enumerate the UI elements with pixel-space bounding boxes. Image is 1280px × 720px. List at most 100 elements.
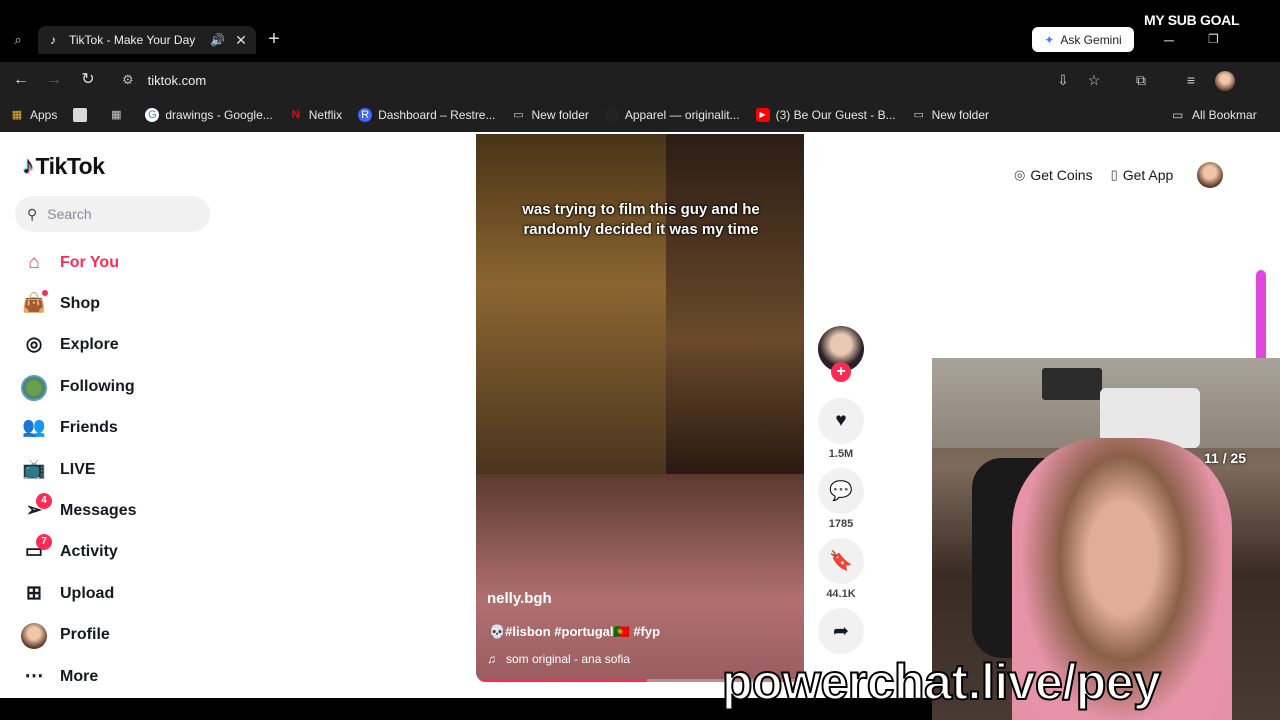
search-input[interactable]: ⚲ Search bbox=[15, 196, 210, 232]
bookmark-new-folder-2[interactable]: ▭ New folder bbox=[912, 108, 989, 122]
forward-arrow-icon[interactable]: → bbox=[44, 70, 64, 90]
following-avatar bbox=[21, 374, 47, 401]
all-bookmarks[interactable]: ▭ All Bookmar bbox=[1172, 98, 1257, 132]
media-controls-icon[interactable]: ≡ bbox=[1181, 70, 1201, 90]
restore-window-icon[interactable]: ❐ bbox=[1208, 32, 1219, 46]
sidebar-item-activity[interactable]: ▭ 7 Activity bbox=[18, 532, 258, 573]
more-dots-icon: ⋯ bbox=[24, 665, 44, 687]
bookmark-grid[interactable]: ▦ bbox=[109, 108, 129, 122]
profile-avatar bbox=[21, 623, 47, 650]
like-action[interactable]: ♥ 1.5M bbox=[818, 398, 864, 460]
save-action[interactable]: 🔖 44.1K bbox=[818, 538, 864, 600]
comment-count: 1785 bbox=[828, 518, 854, 530]
restream-icon: R bbox=[358, 108, 373, 122]
sub-goal-overlay: MY SUB GOAL bbox=[1144, 12, 1240, 28]
video-music[interactable]: ♫ som original - ana sofia bbox=[487, 652, 630, 666]
plus-square-icon: ⊞ bbox=[26, 582, 42, 604]
close-tab-icon[interactable]: ✕ bbox=[234, 32, 248, 49]
bookmark-star-icon[interactable]: ☆ bbox=[1084, 70, 1104, 90]
bookmark-label: New folder bbox=[931, 108, 989, 122]
sidebar-item-label: Messages bbox=[60, 502, 137, 520]
bookmark-netflix[interactable]: N Netflix bbox=[289, 108, 342, 122]
sidebar-item-profile[interactable]: Profile bbox=[18, 615, 258, 656]
get-coins-button[interactable]: ◎ Get Coins bbox=[1014, 167, 1093, 183]
sidebar-item-shop[interactable]: 👜 Shop bbox=[18, 283, 258, 324]
bookmark-label: New folder bbox=[531, 108, 589, 122]
sidebar-item-messages[interactable]: ➢ 4 Messages bbox=[18, 490, 258, 531]
share-arrow-icon[interactable]: ➦ bbox=[818, 608, 864, 654]
comment-action[interactable]: 💬 1785 bbox=[818, 468, 864, 530]
bookmark-be-our-guest[interactable]: ▶ (3) Be Our Guest - B... bbox=[755, 108, 896, 122]
sidebar-item-explore[interactable]: ◎ Explore bbox=[18, 325, 258, 366]
creator-avatar[interactable]: + bbox=[818, 326, 864, 382]
bookmark-drawings[interactable]: G drawings - Google... bbox=[145, 108, 273, 122]
back-arrow-icon[interactable]: ← bbox=[11, 70, 31, 90]
video-scene-building bbox=[476, 134, 666, 514]
bookmark-apparel[interactable]: Apparel — originalit... bbox=[604, 108, 740, 122]
sidebar-item-more[interactable]: ⋯ More bbox=[18, 656, 258, 697]
activity-badge: 7 bbox=[36, 534, 52, 551]
send-icon: ➢ 4 bbox=[18, 493, 52, 523]
video-scene-street bbox=[476, 474, 804, 682]
live-tv-icon: 📺 bbox=[22, 458, 46, 480]
site-info-icon[interactable]: ⚙ bbox=[122, 72, 134, 88]
folder-icon: ▭ bbox=[913, 109, 924, 121]
sidebar-item-following[interactable]: Following bbox=[18, 366, 258, 407]
video-actions: + ♥ 1.5M 💬 1785 🔖 44.1K ➦ bbox=[818, 326, 864, 654]
bookmark-label: (3) Be Our Guest - B... bbox=[775, 108, 896, 122]
browser-tab[interactable]: ♪ TikTok - Make Your Day 🔊 ✕ bbox=[38, 26, 256, 54]
sidebar-item-label: Activity bbox=[60, 543, 118, 561]
heart-icon[interactable]: ♥ bbox=[818, 398, 864, 444]
minimize-window-icon[interactable]: ─ bbox=[1164, 32, 1174, 48]
search-icon: ⚲ bbox=[27, 205, 38, 222]
phone-icon: ▯ bbox=[1110, 167, 1118, 182]
follow-plus-icon[interactable]: + bbox=[831, 362, 851, 382]
share-action[interactable]: ➦ bbox=[818, 608, 864, 654]
comment-icon[interactable]: 💬 bbox=[818, 468, 864, 514]
sidebar-item-label: Shop bbox=[60, 295, 100, 313]
sidebar-item-upload[interactable]: ⊞ Upload bbox=[18, 573, 258, 614]
sidebar-item-for-you[interactable]: ⌂ For You bbox=[18, 242, 258, 283]
new-tab-button[interactable]: + bbox=[264, 29, 284, 50]
logo-text: TikTok bbox=[35, 152, 106, 179]
bookmark-label: drawings - Google... bbox=[165, 108, 273, 122]
sidebar-item-label: Upload bbox=[60, 584, 115, 602]
header-profile-avatar[interactable] bbox=[1197, 162, 1224, 188]
header-actions: ◎ Get Coins ▯ Get App bbox=[1014, 162, 1224, 188]
bookmark-icon[interactable]: 🔖 bbox=[818, 538, 864, 584]
speaker-icon[interactable]: 🔊 bbox=[210, 33, 226, 47]
music-title: som original - ana sofia bbox=[506, 652, 631, 666]
tiktok-note-icon: ♪ bbox=[22, 152, 34, 179]
sidebar-item-live[interactable]: 📺 LIVE bbox=[18, 449, 258, 490]
get-coins-label: Get Coins bbox=[1030, 167, 1093, 183]
video-caption: was trying to film this guy and he rando… bbox=[522, 201, 760, 238]
bookmark-dashboard[interactable]: R Dashboard – Restre... bbox=[358, 108, 496, 122]
search-placeholder: Search bbox=[47, 206, 92, 222]
install-app-icon[interactable]: ⇩ bbox=[1053, 70, 1073, 90]
address-bar[interactable]: ⚙ tiktok.com bbox=[112, 66, 1112, 94]
netflix-icon: N bbox=[291, 109, 300, 121]
all-bookmarks-label: All Bookmar bbox=[1192, 108, 1257, 122]
reload-icon[interactable]: ↻ bbox=[78, 70, 98, 90]
bookmark-apps[interactable]: ▦ Apps bbox=[10, 108, 58, 122]
ask-gemini-button[interactable]: ✦ Ask Gemini bbox=[1032, 27, 1134, 52]
bookmark-new-folder[interactable]: ▭ New folder bbox=[512, 108, 589, 122]
video-author[interactable]: nelly.bgh bbox=[487, 590, 552, 607]
tab-search-icon[interactable]: ⌕ bbox=[8, 30, 28, 50]
site-icon bbox=[604, 108, 619, 122]
bookmark-blank[interactable] bbox=[73, 108, 93, 122]
get-app-button[interactable]: ▯ Get App bbox=[1111, 167, 1174, 183]
gemini-sparkle-icon: ✦ bbox=[1044, 32, 1055, 47]
coin-icon: ◎ bbox=[1014, 167, 1026, 182]
sidebar-item-friends[interactable]: 👥 Friends bbox=[18, 408, 258, 449]
video-player[interactable]: was trying to film this guy and he rando… bbox=[476, 134, 804, 682]
like-count: 1.5M bbox=[828, 448, 854, 460]
friends-icon: 👥 bbox=[22, 417, 46, 439]
following-avatar-wrap bbox=[18, 374, 50, 401]
extensions-icon[interactable]: ⧉ bbox=[1131, 70, 1151, 90]
tiktok-logo[interactable]: ♪ TikTok bbox=[22, 152, 105, 180]
video-description[interactable]: 💀#lisbon #portugal🇵🇹 #fyp bbox=[489, 624, 660, 640]
browser-profile-avatar[interactable] bbox=[1215, 71, 1235, 91]
profile-avatar-wrap bbox=[18, 623, 50, 650]
get-app-label: Get App bbox=[1122, 167, 1174, 183]
